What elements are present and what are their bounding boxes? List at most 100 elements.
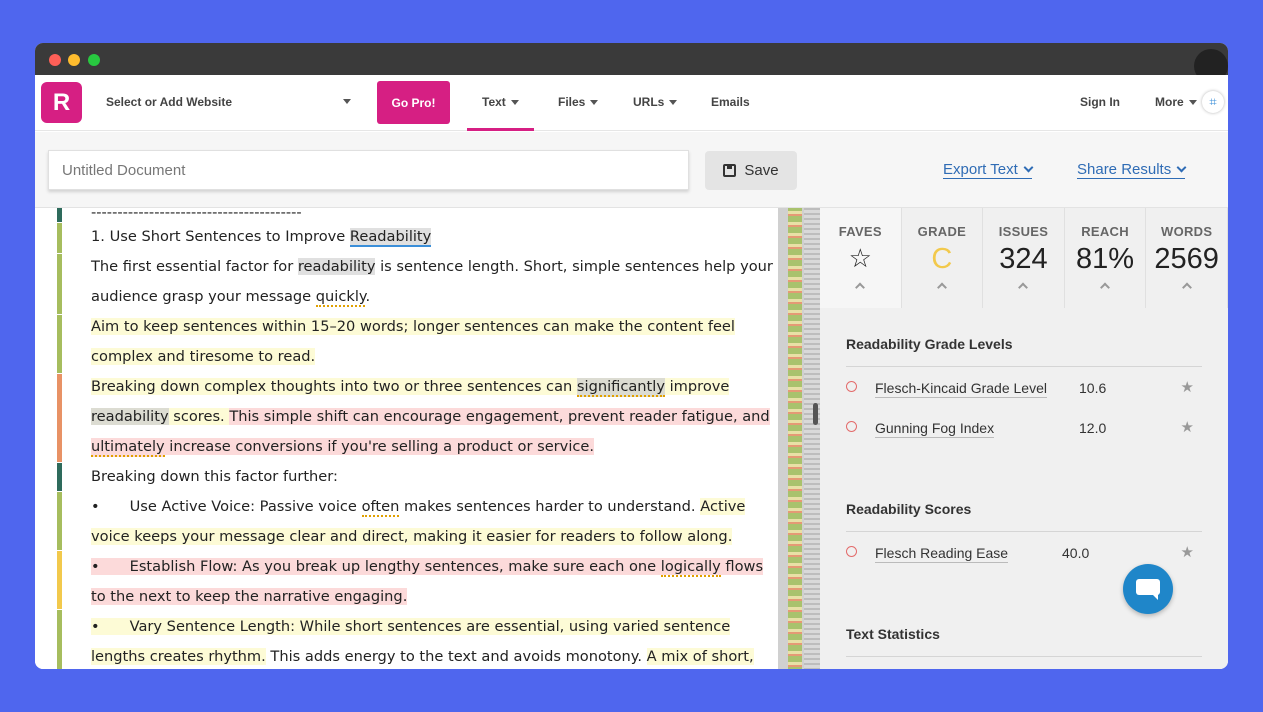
sad-face-icon	[846, 546, 857, 557]
hard-sentence[interactable]: A mix of short,	[646, 648, 754, 665]
chevron-down-icon	[1023, 162, 1034, 173]
stat-issues[interactable]: ISSUES 324	[983, 208, 1065, 308]
maximize-window-button[interactable]	[88, 54, 100, 66]
screenshot-scan-icon[interactable]: ⌗	[1202, 91, 1224, 113]
paragraph-bar	[57, 315, 62, 373]
nav-urls-menu[interactable]: URLs	[633, 95, 678, 109]
chat-bubble-button[interactable]	[1123, 564, 1173, 614]
nav-files-label: Files	[558, 95, 586, 109]
adverb-word[interactable]: often	[361, 498, 400, 517]
caret-down-icon	[510, 100, 519, 106]
hard-sentence[interactable]: Active	[700, 498, 746, 515]
stat-label: FAVES	[838, 224, 882, 239]
star-icon[interactable]: ★	[1181, 418, 1194, 436]
more-label: More	[1155, 95, 1184, 109]
very-hard-sentence[interactable]: increase conversions if you're selling a…	[164, 438, 595, 455]
nav-files-menu[interactable]: Files	[558, 95, 599, 109]
go-pro-button[interactable]: Go Pro!	[377, 81, 450, 124]
grade-row-flesch-kincaid[interactable]: Flesch-Kincaid Grade Level 10.6 ★	[846, 367, 1202, 407]
minimap-highlights	[788, 208, 802, 669]
document-title-input[interactable]: Untitled Document	[48, 150, 689, 190]
adverb-word[interactable]: logically	[660, 558, 721, 577]
text-span: 1. Use Short Sentences to Improve	[91, 228, 350, 245]
row-name[interactable]: Gunning Fog Index	[875, 420, 995, 438]
chevron-up-icon	[855, 282, 866, 293]
export-text-dropdown[interactable]: Export Text	[943, 161, 1034, 179]
minimap-lines	[804, 208, 820, 669]
chevron-down-icon	[1176, 162, 1187, 173]
text-span: Use Active Voice: Passive voice	[129, 498, 362, 515]
star-icon[interactable]: ★	[1181, 543, 1194, 561]
share-results-dropdown[interactable]: Share Results	[1077, 161, 1187, 179]
sad-face-icon	[846, 421, 857, 432]
very-hard-sentence[interactable]: to the next to keep the narrative engagi…	[91, 588, 408, 605]
adverb-word[interactable]: quickly	[315, 288, 366, 307]
stat-words[interactable]: WORDS 2569	[1146, 208, 1228, 308]
panel-title: Readability Scores	[846, 501, 1202, 532]
sign-in-link[interactable]: Sign In	[1080, 95, 1120, 109]
stat-reach[interactable]: REACH 81%	[1064, 208, 1147, 308]
hard-sentence[interactable]: scores.	[168, 408, 230, 425]
scrollbar-handle[interactable]	[813, 403, 818, 425]
editor-line: complex and tiresome to read.	[91, 342, 316, 372]
app-logo[interactable]: R	[41, 82, 82, 123]
save-button[interactable]: Save	[705, 151, 797, 190]
hard-sentence[interactable]: Breaking down complex thoughts into two …	[91, 378, 577, 395]
caret-down-icon	[1188, 100, 1197, 106]
close-window-button[interactable]	[49, 54, 61, 66]
highlight-word[interactable]: readability	[297, 258, 376, 275]
row-value: 12.0	[1079, 420, 1107, 436]
editor-line: • Vary Sentence Length: While short sente…	[91, 612, 731, 642]
editor-line: voice keeps your message clear and direc…	[91, 522, 733, 552]
star-icon[interactable]: ★	[1181, 378, 1194, 396]
app-window: R Select or Add Website Go Pro! Text Fil…	[35, 43, 1228, 669]
text-editor[interactable]: ----------------------------------------…	[35, 208, 778, 669]
highlight-word[interactable]: readability	[91, 408, 169, 425]
nav-emails-link[interactable]: Emails	[711, 95, 750, 109]
row-name[interactable]: Flesch-Kincaid Grade Level	[875, 380, 1047, 398]
save-label: Save	[744, 162, 779, 179]
row-value: 40.0	[1062, 545, 1090, 561]
stat-faves[interactable]: FAVES ☆	[820, 208, 902, 308]
share-results-label: Share Results	[1077, 161, 1172, 178]
paragraph-bar	[57, 610, 62, 669]
chevron-up-icon	[1100, 282, 1111, 293]
hard-sentence[interactable]: complex and tiresome to read.	[91, 348, 316, 365]
minimize-window-button[interactable]	[68, 54, 80, 66]
highlight-word[interactable]: Readability	[349, 228, 432, 247]
very-hard-sentence[interactable]: This simple shift can encourage engageme…	[229, 408, 770, 425]
editor-line: to the next to keep the narrative engagi…	[91, 582, 408, 612]
stat-label: REACH	[1081, 224, 1129, 239]
hard-sentence[interactable]: • Vary Sentence Length: While short sente…	[91, 618, 731, 635]
editor-line: The first essential factor for readabili…	[91, 252, 773, 282]
panel-title: Text Statistics	[846, 626, 1202, 657]
text-span: Vary Sentence Length: While short senten…	[129, 618, 731, 635]
caret-down-icon	[590, 100, 599, 106]
editor-line: Aim to keep sentences within 15–20 words…	[91, 312, 735, 342]
more-menu[interactable]: More	[1155, 95, 1197, 109]
grade-row-gunning-fog[interactable]: Gunning Fog Index 12.0 ★	[846, 407, 1202, 447]
very-hard-sentence[interactable]: • Establish Flow: As you break up lengthy…	[91, 558, 764, 577]
paragraph-bar	[57, 492, 62, 550]
text-span: Establish Flow: As you break up lengthy …	[129, 558, 661, 575]
hard-sentence[interactable]: lengths creates rhythm.	[91, 648, 266, 665]
text-span: The first essential factor for	[91, 258, 298, 275]
hard-sentence[interactable]: improve	[664, 378, 730, 395]
stat-value: 81%	[1076, 243, 1135, 275]
stat-grade[interactable]: GRADE C	[901, 208, 984, 308]
adverb-word[interactable]: ultimately	[91, 438, 165, 457]
highlight-word[interactable]: significantly	[576, 378, 665, 397]
row-name[interactable]: Flesch Reading Ease	[875, 545, 1009, 563]
hard-sentence[interactable]: Aim to keep sentences within 15–20 words…	[91, 318, 735, 335]
star-outline-icon: ☆	[848, 243, 872, 273]
stat-value: 324	[999, 243, 1048, 275]
text-span: audience grasp your message	[91, 288, 316, 305]
document-minimap[interactable]	[778, 208, 820, 669]
chevron-up-icon	[936, 282, 947, 293]
editor-line: Breaking down this factor further:	[91, 468, 338, 485]
website-select[interactable]: Select or Add Website	[106, 95, 351, 109]
nav-text-menu[interactable]: Text	[482, 95, 519, 109]
hard-sentence[interactable]: voice keeps your message clear and direc…	[91, 528, 733, 545]
paragraph-bar	[57, 254, 62, 314]
text-span: This adds energy to the text and avoids …	[265, 648, 647, 665]
